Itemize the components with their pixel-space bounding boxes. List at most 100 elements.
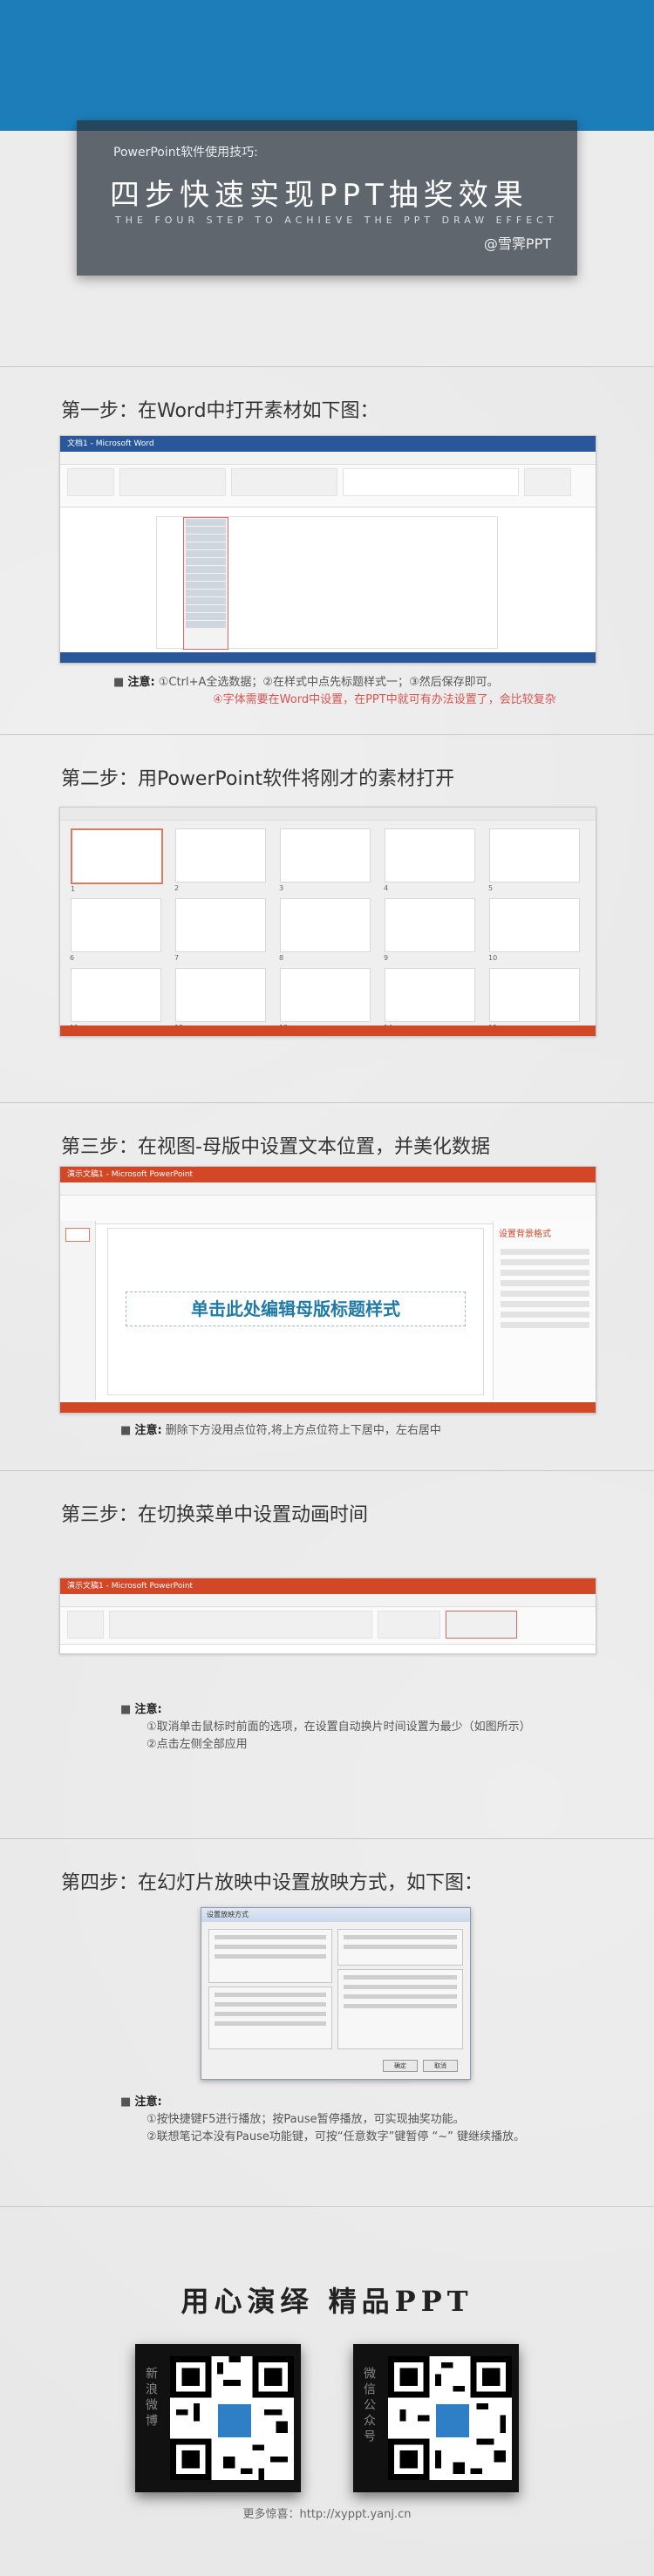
advance-slides-group	[337, 1969, 463, 2049]
step4-note-line1: ①按快捷键F5进行播放；按Pause暂停播放，可实现抽奖功能。	[146, 2113, 465, 2126]
note-label: 注意:	[134, 1424, 162, 1437]
hero-blue-band	[0, 0, 654, 131]
ppt-ribbon-tabs	[60, 1182, 596, 1196]
step2-section: 第二步：用PowerPoint软件将刚才的素材打开 12345678910111…	[0, 735, 654, 1101]
word-statusbar	[60, 652, 596, 663]
step4-section: 第四步：在幻灯片放映中设置放映方式，如下图： 设置放映方式 确定 取消 ■ 注意…	[0, 1839, 654, 2205]
layout-thumbnail[interactable]	[65, 1228, 90, 1242]
step1-note-red: ④字体需要在Word中设置，在PPT中就可有办法设置了，会比较复杂	[213, 693, 556, 706]
slide-number: 3	[279, 884, 284, 892]
styles-gallery	[343, 468, 519, 496]
hero-english-title: THE FOUR STEP TO ACHIEVE THE PPT DRAW EF…	[115, 215, 558, 226]
hero-banner: PowerPoint软件使用技巧: 四步快速实现PPT抽奖效果 THE FOUR…	[0, 0, 654, 366]
slide-thumbnail[interactable]: 2	[174, 828, 266, 892]
slide-number: 9	[384, 954, 389, 962]
note-text: 删除下方没用点位符,将上方点位符上下居中，左右居中	[165, 1424, 441, 1437]
step3b-section: 第三步：在切换菜单中设置动画时间 演示文稿1 - Microsoft Power…	[0, 1471, 654, 1837]
slide-thumbnail[interactable]: 10	[488, 898, 580, 962]
slide-number: 4	[384, 884, 389, 892]
ok-button[interactable]: 确定	[383, 2060, 418, 2072]
hero-card: PowerPoint软件使用技巧: 四步快速实现PPT抽奖效果 THE FOUR…	[77, 120, 577, 276]
square-bullet-icon: ■	[120, 1703, 132, 1716]
more-link[interactable]: 更多惊喜：http://xyppt.yanj.cn	[0, 2504, 654, 2521]
ppt-titlebar: 演示文稿1 - Microsoft PowerPoint	[60, 1578, 596, 1594]
slide-thumbnail[interactable]: 15	[488, 968, 580, 1032]
step3a-ppt-screenshot: 演示文稿1 - Microsoft PowerPoint 单击此处编辑母版标题样…	[59, 1166, 596, 1414]
ribbon-group	[119, 468, 226, 496]
show-slides-group	[337, 1929, 463, 1966]
divider	[0, 2206, 654, 2207]
step4-note-line2: ②联想笔记本没有Pause功能键，可按“任意数字”键暂停 “~” 键继续播放。	[146, 2130, 525, 2143]
step3b-note-line1: ①取消单击鼠标时前面的选项，在设置自动换片时间设置为最少（如图所示）	[146, 1721, 531, 1734]
transition-ribbon	[60, 1607, 596, 1645]
step3a-note: ■ 注意: 删除下方没用点位符,将上方点位符上下居中，左右居中	[120, 1421, 441, 1437]
timing-group	[378, 1611, 440, 1639]
ribbon-group	[524, 468, 571, 496]
step3b-transition-ribbon: 演示文稿1 - Microsoft PowerPoint	[59, 1578, 596, 1654]
master-title-placeholder[interactable]: 单击此处编辑母版标题样式	[126, 1291, 466, 1326]
step3b-note: ■ 注意:	[120, 1700, 162, 1716]
word-ribbon	[60, 465, 596, 508]
hero-author: @雪霁PPT	[483, 235, 551, 252]
slide-panel	[60, 1221, 96, 1400]
slide-thumbnail[interactable]: 12	[174, 968, 266, 1032]
ppt-statusbar	[60, 1402, 596, 1413]
ribbon-group	[67, 468, 114, 496]
format-background-pane: 设置背景格式	[493, 1221, 596, 1400]
slide-thumbnail[interactable]: 4	[384, 828, 475, 892]
preview-button[interactable]	[67, 1611, 104, 1639]
word-document-page	[156, 516, 498, 650]
step3b-title: 第三步：在切换菜单中设置动画时间	[61, 1504, 369, 1526]
step1-title: 第一步：在Word中打开素材如下图：	[61, 400, 379, 422]
slide-thumbnail[interactable]: 11	[70, 968, 161, 1032]
qr-label-wechat: 微信公众号	[362, 2367, 376, 2445]
qr-logo-icon	[433, 2402, 472, 2440]
step3b-note-line2: ②点击左侧全部应用	[146, 1738, 248, 1751]
page: PowerPoint软件使用技巧: 四步快速实现PPT抽奖效果 THE FOUR…	[0, 0, 654, 2576]
transition-gallery	[109, 1611, 372, 1639]
step2-title: 第二步：用PowerPoint软件将刚才的素材打开	[61, 768, 455, 790]
slide-thumbnail[interactable]: 6	[70, 898, 161, 962]
note-text: ①Ctrl+A全选数据；②在样式中点先标题样式一；③然后保存即可。	[158, 676, 499, 689]
note-label: 注意:	[134, 2096, 162, 2109]
advance-slide-settings[interactable]	[446, 1611, 517, 1639]
qr-logo-icon	[215, 2402, 254, 2440]
slide-thumbnail[interactable]: 1	[71, 828, 163, 893]
note-label: 注意:	[127, 676, 155, 689]
slide-thumbnail[interactable]: 3	[279, 828, 371, 892]
qr-card-wechat: 微信公众号	[353, 2344, 519, 2492]
qr-code-icon[interactable]	[388, 2356, 512, 2480]
show-options-group	[208, 1987, 332, 2049]
slide-number: 5	[488, 884, 494, 892]
ribbon-group	[231, 468, 337, 496]
show-type-group	[208, 1929, 332, 1983]
step1-word-screenshot: 文档1 - Microsoft Word	[59, 435, 596, 664]
word-titlebar: 文档1 - Microsoft Word	[60, 436, 596, 452]
slide-number: 10	[488, 954, 498, 962]
slide-thumbnail[interactable]: 14	[384, 968, 475, 1032]
slide-thumbnail[interactable]: 9	[384, 898, 475, 962]
slogan: 用心演绎 精品PPT	[181, 2285, 473, 2318]
ppt-ribbon-tabs	[60, 1594, 596, 1607]
dialog-title: 设置放映方式	[201, 1908, 470, 1922]
qr-label-weibo: 新浪微博	[144, 2367, 158, 2429]
slide-thumbnail[interactable]: 13	[279, 968, 371, 1032]
ppt-statusbar	[60, 1026, 596, 1036]
slide-number: 6	[70, 954, 75, 962]
slide-number: 7	[174, 954, 180, 962]
note-label: 注意:	[134, 1703, 162, 1716]
step3a-title: 第三步：在视图-母版中设置文本位置，并美化数据	[61, 1136, 490, 1158]
square-bullet-icon: ■	[113, 676, 125, 689]
slide-thumbnail[interactable]: 7	[174, 898, 266, 962]
slide-thumbnail[interactable]: 5	[488, 828, 580, 892]
slide-number: 8	[279, 954, 284, 962]
step1-section: 第一步：在Word中打开素材如下图： 文档1 - Microsoft Word …	[0, 367, 654, 733]
cancel-button[interactable]: 取消	[423, 2060, 458, 2072]
step1-note: ■ 注意: ①Ctrl+A全选数据；②在样式中点先标题样式一；③然后保存即可。	[113, 672, 499, 689]
step4-note: ■ 注意:	[120, 2092, 162, 2109]
slide-number: 2	[174, 884, 180, 892]
slide-number: 1	[71, 885, 76, 893]
slide-thumbnail[interactable]: 8	[279, 898, 371, 962]
square-bullet-icon: ■	[120, 2096, 132, 2109]
qr-code-icon[interactable]	[170, 2356, 294, 2480]
